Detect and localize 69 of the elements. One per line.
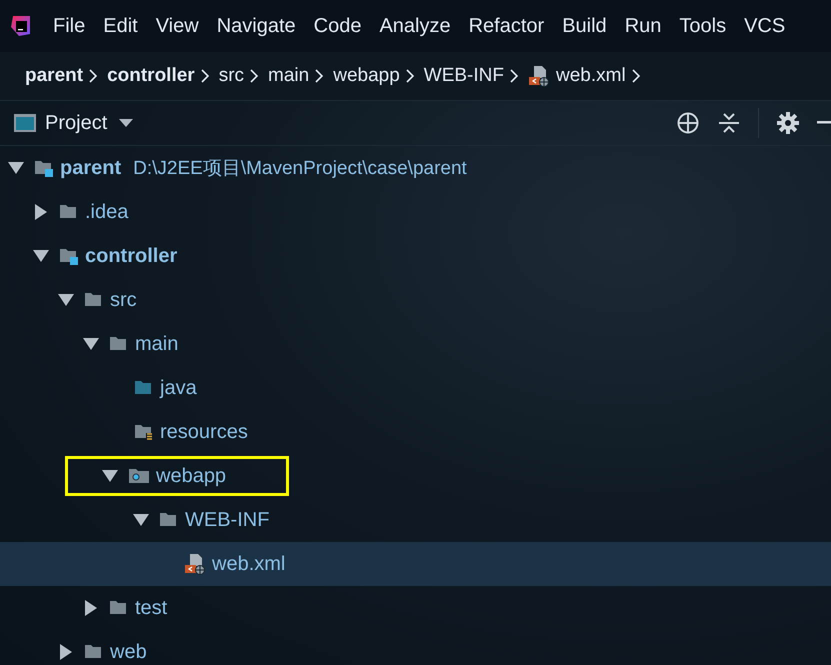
tree-item-label[interactable]: main [135,332,178,356]
resources-folder-icon [134,422,154,442]
tree-item-label[interactable]: web.xml [212,552,286,576]
breadcrumb-item[interactable]: parent [25,65,84,87]
expanded-arrow-icon[interactable] [102,470,120,482]
tree-item-label[interactable]: controller [85,244,178,268]
tree-item-label[interactable]: test [135,596,168,620]
tree-row[interactable]: web [0,630,831,665]
tree-row[interactable]: web.xml [0,542,831,586]
menu-item[interactable]: View [146,0,208,52]
expanded-arrow-icon[interactable] [133,514,151,526]
chevron-right-icon [406,69,414,83]
web-folder-icon [128,466,150,486]
tree-item-label[interactable]: webapp [156,464,226,488]
module-path: D:\J2EE项目\MavenProject\case\parent [133,157,467,181]
tree-item-label[interactable]: WEB-INF [185,508,270,532]
tree-item-label[interactable]: java [160,376,197,400]
dropdown-caret-icon[interactable] [119,119,134,127]
expanded-arrow-icon[interactable] [33,250,51,262]
menu-item[interactable]: Navigate [208,0,305,52]
chevron-right-icon [315,69,324,83]
tree-row[interactable]: WEB-INF [0,498,831,542]
tree-row[interactable]: java [0,366,831,410]
xml-file-icon [184,553,206,575]
menu-item[interactable]: Code [304,0,370,52]
tree-item-label[interactable]: parent [60,156,122,180]
breadcrumb-item[interactable]: WEB-INF [424,65,504,87]
menu-item[interactable]: VCS [735,0,794,52]
menu-item[interactable]: Build [553,0,616,52]
expanded-arrow-icon[interactable] [58,294,76,306]
tool-window-title[interactable]: Project [45,112,108,134]
module-folder-icon [59,246,79,266]
tree-row[interactable]: main [0,322,831,366]
expanded-arrow-icon[interactable] [83,338,101,350]
tree-row[interactable]: webapp [0,454,831,498]
breadcrumb-item[interactable]: web.xml [556,65,626,87]
tree-row[interactable]: test [0,586,831,630]
expanded-arrow-icon[interactable] [8,162,26,174]
settings-icon[interactable] [777,112,799,134]
breadcrumb-item[interactable]: webapp [333,65,400,87]
tree-row[interactable]: .idea [0,190,831,234]
menu-item[interactable]: Refactor [460,0,554,52]
tree-item-label[interactable]: .idea [85,200,128,224]
breadcrumb-item[interactable]: src [218,65,244,87]
xml-file-icon [528,65,550,87]
locate-icon[interactable] [676,111,700,135]
chevron-right-icon [200,69,209,83]
breadcrumb-item[interactable]: main [268,65,310,87]
tree-item-label[interactable]: resources [160,420,248,444]
menu-item[interactable]: Tools [670,0,736,52]
menu-item[interactable]: File [44,0,94,52]
breadcrumb-item[interactable]: controller [107,65,195,87]
chevron-right-icon [89,69,98,83]
menu-item[interactable]: Run [616,0,670,52]
tree-row[interactable]: src [0,278,831,322]
chevron-right-icon [632,69,640,83]
tree-row[interactable]: parent D:\J2EE项目\MavenProject\case\parent [0,146,831,190]
chevron-right-icon [250,69,258,83]
menu-item[interactable]: Edit [94,0,147,52]
collapse-all-icon[interactable] [718,111,740,135]
module-folder-icon [34,158,54,178]
tree-item-label[interactable]: web [110,640,147,664]
tree-item-label[interactable]: src [110,288,137,312]
tree-row[interactable]: resources [0,410,831,454]
menu-item[interactable]: Analyze [370,0,460,52]
project-window-icon [13,112,37,134]
tree-row[interactable]: controller [0,234,831,278]
chevron-right-icon [510,69,518,83]
minimize-icon[interactable] [817,121,831,125]
